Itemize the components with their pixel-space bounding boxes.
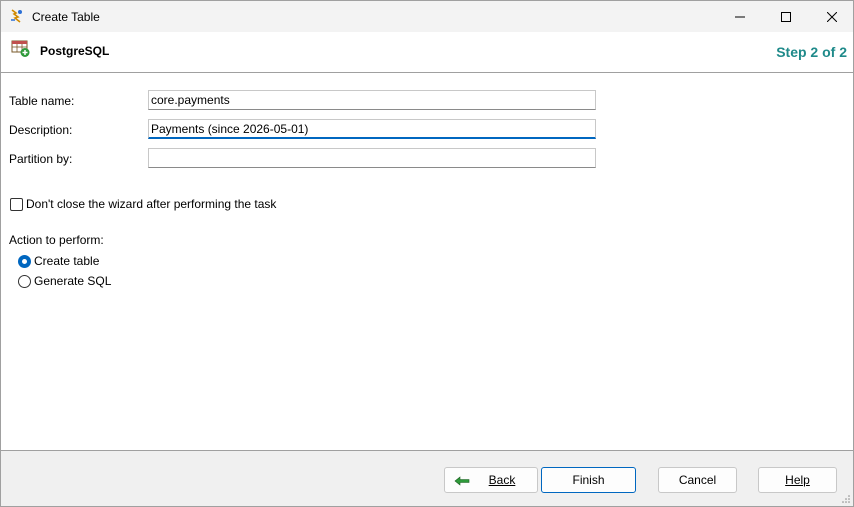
description-input[interactable]: [148, 119, 596, 139]
wizard-header: PostgreSQL Step 2 of 2: [1, 32, 853, 73]
back-arrow-icon: [454, 476, 470, 486]
finish-button-label: Finish: [572, 473, 605, 487]
create-table-window: Create Table PostgreSQL Step 2 of 2 Tabl…: [0, 0, 854, 507]
radio-create-table[interactable]: Create table: [18, 254, 99, 268]
radio-create-table-label: Create table: [34, 254, 100, 268]
help-button[interactable]: Help: [758, 467, 837, 493]
radio-create-table-indicator[interactable]: [18, 254, 31, 268]
close-icon: [827, 11, 837, 22]
wizard-content: Table name: Description: Partition by: D…: [1, 73, 853, 451]
maximize-icon: [781, 11, 791, 22]
minimize-icon: [735, 16, 745, 17]
keep-wizard-open-option[interactable]: Don't close the wizard after performing …: [10, 197, 276, 211]
step-indicator: Step 2 of 2: [776, 44, 847, 60]
resize-grip-icon[interactable]: [841, 494, 851, 504]
partition-by-label: Partition by:: [9, 152, 73, 166]
title-bar[interactable]: Create Table: [1, 1, 853, 32]
keep-wizard-open-label: Don't close the wizard after performing …: [26, 197, 277, 211]
help-button-label: Help: [785, 473, 810, 487]
keep-wizard-open-checkbox[interactable]: [10, 197, 23, 211]
close-button[interactable]: [809, 1, 854, 32]
cancel-button-label: Cancel: [678, 473, 717, 487]
window-title: Create Table: [32, 10, 100, 24]
table-name-input[interactable]: [148, 90, 596, 110]
finish-button[interactable]: Finish: [541, 467, 636, 493]
partition-by-input[interactable]: [148, 148, 596, 168]
description-label: Description:: [9, 123, 73, 137]
radio-generate-sql[interactable]: Generate SQL: [18, 274, 111, 288]
database-name: PostgreSQL: [40, 44, 110, 58]
maximize-button[interactable]: [763, 1, 809, 32]
app-wizard-icon: [11, 9, 22, 23]
minimize-button[interactable]: [717, 1, 763, 32]
action-label: Action to perform:: [9, 233, 104, 247]
table-name-label: Table name:: [9, 94, 75, 108]
table-add-icon: [11, 40, 30, 57]
radio-generate-sql-label: Generate SQL: [34, 274, 112, 288]
cancel-button[interactable]: Cancel: [658, 467, 737, 493]
radio-generate-sql-indicator[interactable]: [18, 274, 31, 288]
back-button-label: Back: [488, 473, 516, 487]
back-button[interactable]: Back: [444, 467, 538, 493]
